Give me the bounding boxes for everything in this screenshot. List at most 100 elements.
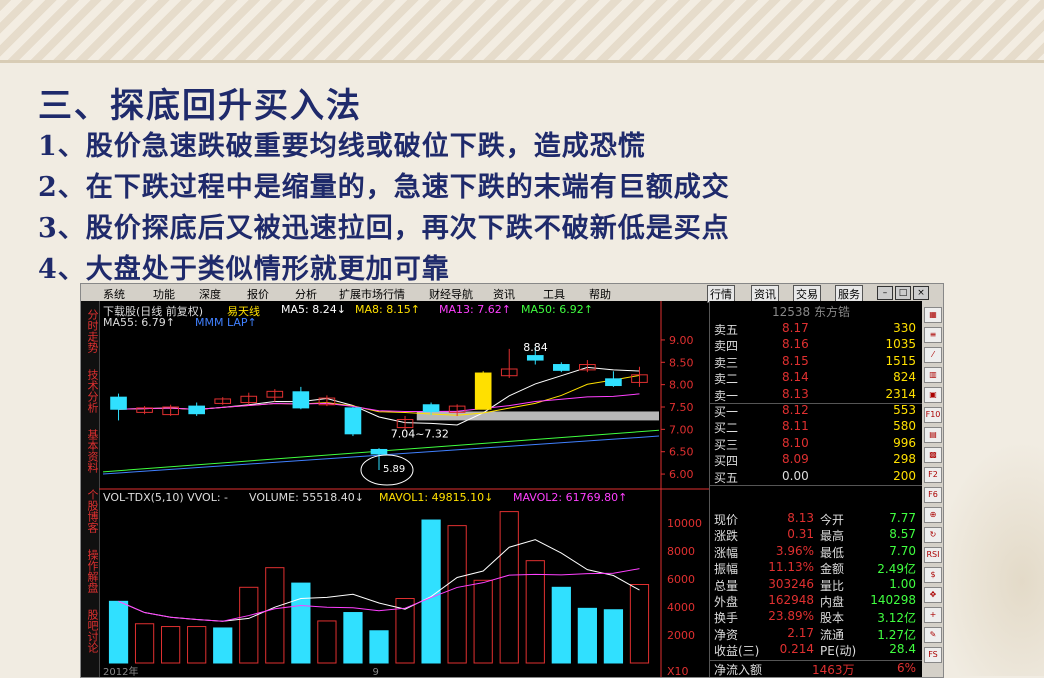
pen-icon[interactable]: ✎ (924, 627, 942, 643)
order-row: 买四 8.09 298 (714, 452, 916, 468)
slide-point-4: 4、大盘处于类似情形就更加可靠 (38, 254, 450, 285)
note-icon[interactable]: ▤ (924, 427, 942, 443)
decorative-border (0, 0, 1044, 63)
stat-row: 总量 303246 量比 1.00 (714, 577, 916, 593)
volume-bar (108, 600, 129, 664)
left-nav: 分时走势 技术分析 基本资料 个股博客 操作解盘 股吧讨论 (81, 301, 100, 677)
stat-row: 涨幅 3.96% 最低 7.70 (714, 544, 916, 560)
high-price-label: 8.84 (523, 341, 548, 354)
stat-row: 涨跌 0.31 最高 8.57 (714, 527, 916, 543)
price-axis-label: 9.00 (669, 334, 694, 347)
volume-bar (577, 607, 597, 664)
volume-bar (134, 623, 155, 664)
f2-icon[interactable]: F2 (924, 467, 942, 483)
volume-label: VOLUME: 55518.40↓ (249, 491, 364, 504)
volume-axis-label: 6000 (667, 573, 695, 586)
nav-forum[interactable]: 股吧讨论 (84, 609, 100, 653)
refresh-icon[interactable]: ↻ (924, 527, 942, 543)
volume-bar (317, 620, 337, 664)
ma5-label: MA5: 8.24↓ (281, 303, 346, 316)
volume-bar (369, 630, 389, 664)
rsi-icon[interactable]: RSI (924, 547, 942, 563)
volume-bar (629, 584, 650, 664)
volume-bar (239, 586, 259, 664)
volume-axis-label: X10 (667, 665, 689, 677)
price-axis-label: 6.00 (669, 468, 694, 481)
stat-row: 换手 23.89% 股本 3.12亿 (714, 609, 916, 625)
candle-body (422, 404, 440, 412)
ma13-label: MA13: 7.62↑ (439, 303, 511, 316)
volume-axis-label: 10000 (667, 517, 702, 530)
nav-intraday[interactable]: 分时走势 (84, 309, 100, 353)
close-icon[interactable]: × (913, 286, 929, 300)
candle-body (605, 378, 622, 387)
f10-icon[interactable]: F10 (924, 407, 942, 423)
window-icon[interactable]: ▣ (924, 387, 942, 403)
volume-bar (499, 511, 519, 664)
low-price-label: 5.89 (383, 464, 405, 475)
range-label: 7.04~7.32 (391, 428, 449, 441)
price-axis-label: 7.00 (669, 423, 694, 436)
volume-bar (603, 609, 624, 664)
decorative-ornament (934, 440, 1044, 676)
candle-body (474, 372, 492, 410)
move-icon[interactable]: ✥ (924, 587, 942, 603)
nav-blog[interactable]: 个股博客 (84, 489, 100, 533)
price-axis-label: 7.50 (669, 401, 694, 414)
slide-point-3: 3、股价探底后又被迅速拉回，再次下跌不破新低是买点 (38, 213, 730, 244)
restore-icon[interactable]: □ (895, 286, 911, 300)
quote-header: 12538 东方锆 (772, 305, 850, 319)
stat-row: 现价 8.13 今开 7.77 (714, 511, 916, 527)
fs-icon[interactable]: FS (924, 647, 942, 663)
minimize-icon[interactable]: – (877, 286, 893, 300)
stat-row: 外盘 162948 内盘 140298 (714, 593, 916, 609)
menu-bar: 系统 功能 深度 报价 分析 扩展市场行情 财经导航 资讯 工具 帮助 行情 资… (81, 284, 943, 303)
add-icon[interactable]: + (924, 607, 942, 623)
calendar-icon[interactable]: ▩ (924, 447, 942, 463)
kline-chart-area[interactable]: 9.00 8.50 8.00 7.50 7.00 6.50 6.00 10000 8000 600… (99, 301, 709, 677)
order-row: 卖一 8.13 2314 (714, 387, 916, 403)
nav-technical[interactable]: 技术分析 (84, 369, 100, 413)
volume-bar (265, 567, 285, 664)
slide-point-1: 1、股价急速跌破重要均线或破位下跌，造成恐慌 (38, 131, 646, 162)
volume-axis-label: 2000 (667, 629, 695, 642)
order-row: 买二 8.11 580 (714, 419, 916, 435)
dollar-icon[interactable]: $ (924, 567, 942, 583)
ma8-label: MA8: 8.15↑ (355, 303, 420, 316)
order-row: 卖二 8.14 824 (714, 370, 916, 386)
order-row: 买五 0.00 200 (714, 469, 916, 485)
zoom-icon[interactable]: ⊕ (924, 507, 942, 523)
flow-row: 净流入额 1463万 6% (714, 661, 916, 677)
order-row: 卖五 8.17 330 (714, 321, 916, 337)
grid-icon[interactable]: ▦ (924, 307, 942, 323)
volume-axis-label: 8000 (667, 545, 695, 558)
nav-commentary[interactable]: 操作解盘 (84, 549, 100, 593)
price-axis-label: 8.00 (669, 379, 694, 392)
kline-svg: 9.00 8.50 8.00 7.50 7.00 6.50 6.00 10000 8000 600… (99, 301, 709, 677)
f6-icon[interactable]: F6 (924, 487, 942, 503)
divider (710, 485, 922, 486)
candle-body (370, 448, 388, 455)
volume-bar (343, 612, 363, 664)
mavol2-label: MAVOL2: 61769.80↑ (513, 491, 628, 504)
volume-bar (473, 579, 493, 664)
list-icon[interactable]: ≡ (924, 327, 942, 343)
trend-icon[interactable]: ⁄ (924, 347, 942, 363)
candle-body (344, 407, 362, 435)
nav-fundamentals[interactable]: 基本资料 (84, 429, 100, 473)
stat-row: 振幅 11.13% 金额 2.49亿 (714, 560, 916, 576)
candle-body (526, 355, 544, 361)
volume-bar (291, 582, 311, 664)
candle-body (292, 391, 310, 409)
price-axis-label: 8.50 (669, 356, 694, 369)
slide-title: 三、探底回升买入法 (38, 86, 362, 126)
volume-bar (525, 560, 545, 664)
volume-bar (551, 586, 571, 664)
volume-bar (161, 626, 181, 664)
ma55-label: MA55: 6.79↑ (103, 316, 175, 329)
chart-icon[interactable]: ▥ (924, 367, 942, 383)
order-row: 买三 8.10 996 (714, 436, 916, 452)
stat-row: 净资 2.17 流通 1.27亿 (714, 626, 916, 642)
stock-software-window: 系统 功能 深度 报价 分析 扩展市场行情 财经导航 资讯 工具 帮助 行情 资… (80, 283, 944, 678)
order-row: 卖四 8.16 1035 (714, 337, 916, 353)
